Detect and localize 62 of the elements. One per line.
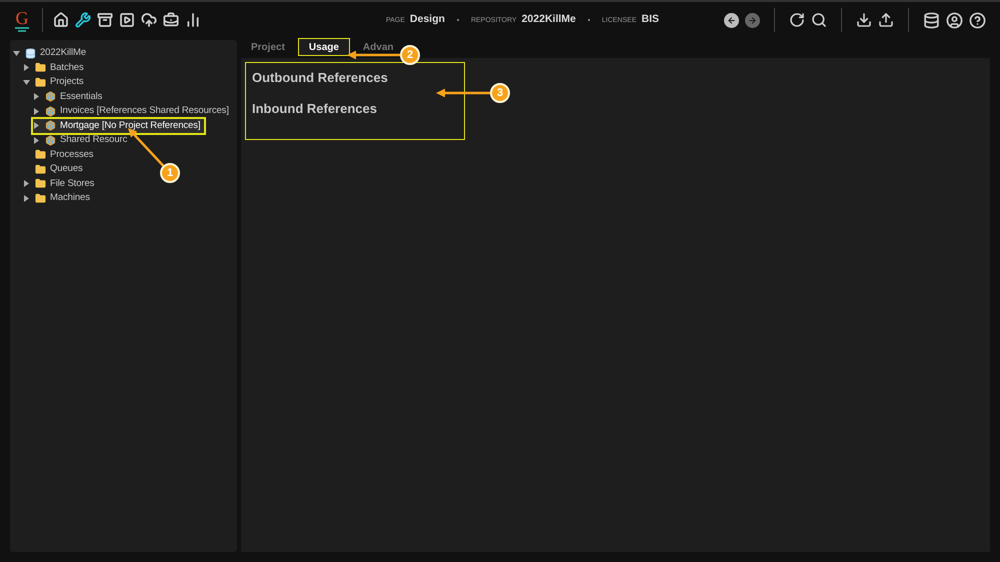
tools-icon[interactable] xyxy=(75,12,91,28)
package-icon xyxy=(45,91,56,102)
package-icon xyxy=(45,106,56,117)
package-icon xyxy=(45,134,56,146)
tree-item[interactable]: Processes xyxy=(23,148,98,162)
tree-label: Shared Resourc xyxy=(60,133,128,148)
folder-icon xyxy=(35,62,46,74)
context-value: Design xyxy=(410,12,445,28)
help-icon[interactable] xyxy=(969,12,986,28)
tree-label: Projects xyxy=(50,75,84,90)
tree-item[interactable]: Batches xyxy=(23,60,88,75)
context-value: 2022KillMe xyxy=(522,12,576,28)
tree-item[interactable]: Machines xyxy=(23,191,94,206)
section-heading: Outbound References xyxy=(252,69,389,87)
archive-icon[interactable] xyxy=(97,12,113,28)
tree-label: Invoices [References Shared Resources] xyxy=(60,104,229,118)
folder-icon xyxy=(35,164,46,175)
folder-icon xyxy=(35,149,46,160)
tree-label: Mortgage [No Project References] xyxy=(60,118,200,133)
forward-icon[interactable] xyxy=(745,12,760,28)
tree-item[interactable]: Invoices [References Shared Resources] xyxy=(33,104,233,118)
tab[interactable]: Project xyxy=(241,39,295,55)
tree-item[interactable]: 2022KillMe xyxy=(13,46,90,60)
logo-mark-icon xyxy=(15,26,29,32)
tree-item[interactable]: Queues xyxy=(23,162,87,176)
home-icon[interactable] xyxy=(53,12,69,28)
tree-item[interactable]: Projects xyxy=(23,75,88,90)
tree-label: Batches xyxy=(50,60,84,75)
cloud-upload-icon[interactable] xyxy=(141,12,157,28)
section-heading: Inbound References xyxy=(252,100,378,118)
folder-icon xyxy=(35,192,46,204)
caret-down-icon[interactable] xyxy=(23,78,31,86)
tab[interactable]: Usage xyxy=(298,39,349,55)
caret-right-icon[interactable] xyxy=(23,64,31,72)
user-icon[interactable] xyxy=(946,12,963,28)
upload-icon[interactable] xyxy=(878,12,894,28)
tree-item[interactable]: Shared Resourc xyxy=(33,133,132,148)
refresh-icon[interactable] xyxy=(789,12,805,28)
package-icon xyxy=(45,120,56,132)
tree-item[interactable]: Essentials xyxy=(33,90,106,104)
callout-badge: 2 xyxy=(400,45,420,65)
folder-icon xyxy=(35,76,46,88)
tree-label: Machines xyxy=(50,191,90,206)
back-icon[interactable] xyxy=(724,12,739,28)
context-value: BIS xyxy=(642,12,660,28)
tree-item[interactable]: Mortgage [No Project References] xyxy=(33,118,204,133)
tree-label: File Stores xyxy=(50,176,94,191)
search-icon[interactable] xyxy=(811,12,827,28)
bar-chart-icon[interactable] xyxy=(185,12,201,28)
logo[interactable]: G xyxy=(16,8,28,26)
folder-icon xyxy=(35,178,46,190)
database-icon[interactable] xyxy=(923,12,940,28)
tree-label: Processes xyxy=(50,148,94,162)
caret-down-icon[interactable] xyxy=(13,50,21,57)
tree-label: Queues xyxy=(50,162,83,176)
tree-label: 2022KillMe xyxy=(40,46,86,60)
play-box-icon[interactable] xyxy=(119,12,135,28)
briefcase-icon[interactable] xyxy=(163,12,179,28)
download-icon[interactable] xyxy=(856,12,872,28)
tree-label: Essentials xyxy=(60,90,102,104)
database-icon xyxy=(25,48,36,59)
tree-item[interactable]: File Stores xyxy=(23,176,98,191)
